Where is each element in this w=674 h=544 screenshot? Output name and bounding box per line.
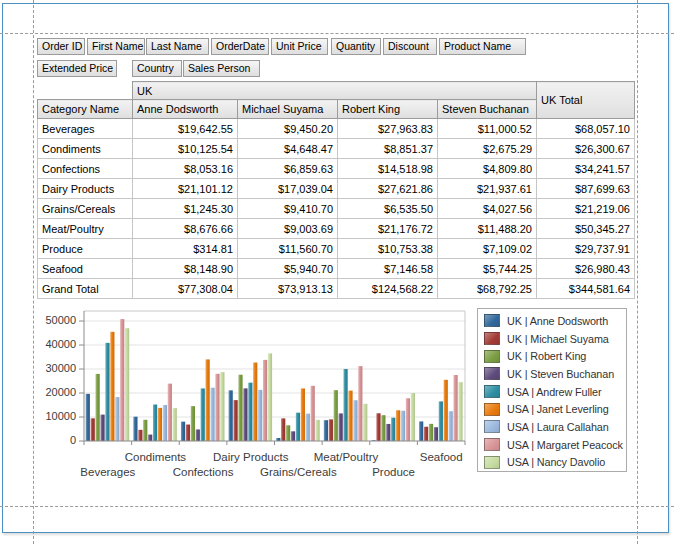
legend-item[interactable]: UK | Anne Dodsworth <box>478 312 626 330</box>
legend-item[interactable]: UK | Robert King <box>478 347 626 365</box>
svg-text:0: 0 <box>70 434 76 446</box>
legend-swatch <box>484 367 500 380</box>
chart-legend: UK | Anne Dodsworth UK | Michael Suyama UK… <box>477 308 627 472</box>
svg-text:30000: 30000 <box>45 362 76 374</box>
legend-label: USA | Nancy Davolio <box>507 456 605 468</box>
legend-swatch <box>484 456 500 469</box>
svg-text:Produce: Produce <box>372 466 415 478</box>
legend-swatch <box>484 350 500 363</box>
legend-swatch <box>484 420 500 433</box>
svg-text:Condiments: Condiments <box>125 451 187 463</box>
legend-label: UK | Robert King <box>507 350 586 362</box>
legend-label: USA | Laura Callahan <box>507 421 609 433</box>
svg-text:10000: 10000 <box>45 410 76 422</box>
svg-text:Dairy Products: Dairy Products <box>213 451 289 463</box>
svg-text:20000: 20000 <box>45 386 76 398</box>
svg-text:50000: 50000 <box>45 314 76 326</box>
svg-text:Confections: Confections <box>173 466 234 478</box>
svg-text:Seafood: Seafood <box>420 451 463 463</box>
legend-swatch <box>484 332 500 345</box>
legend-label: USA | Janet Leverling <box>507 403 609 415</box>
legend-label: USA | Andrew Fuller <box>507 386 602 398</box>
svg-text:Grains/Cereals: Grains/Cereals <box>260 466 337 478</box>
legend-swatch <box>484 403 500 416</box>
legend-label: UK | Michael Suyama <box>507 333 609 345</box>
svg-text:Beverages: Beverages <box>80 466 135 478</box>
svg-text:Meat/Poultry: Meat/Poultry <box>314 451 379 463</box>
legend-label: UK | Steven Buchanan <box>507 368 614 380</box>
legend-label: USA | Margaret Peacock <box>507 439 623 451</box>
legend-item[interactable]: UK | Steven Buchanan <box>478 365 626 383</box>
legend-item[interactable]: USA | Laura Callahan <box>478 418 626 436</box>
legend-swatch <box>484 314 500 327</box>
legend-item[interactable]: USA | Nancy Davolio <box>478 454 626 472</box>
svg-text:40000: 40000 <box>45 338 76 350</box>
legend-swatch <box>484 385 500 398</box>
legend-item[interactable]: USA | Margaret Peacock <box>478 436 626 454</box>
legend-item[interactable]: USA | Andrew Fuller <box>478 383 626 401</box>
legend-swatch <box>484 438 500 451</box>
legend-item[interactable]: UK | Michael Suyama <box>478 330 626 348</box>
legend-item[interactable]: USA | Janet Leverling <box>478 400 626 418</box>
legend-label: UK | Anne Dodsworth <box>507 315 608 327</box>
